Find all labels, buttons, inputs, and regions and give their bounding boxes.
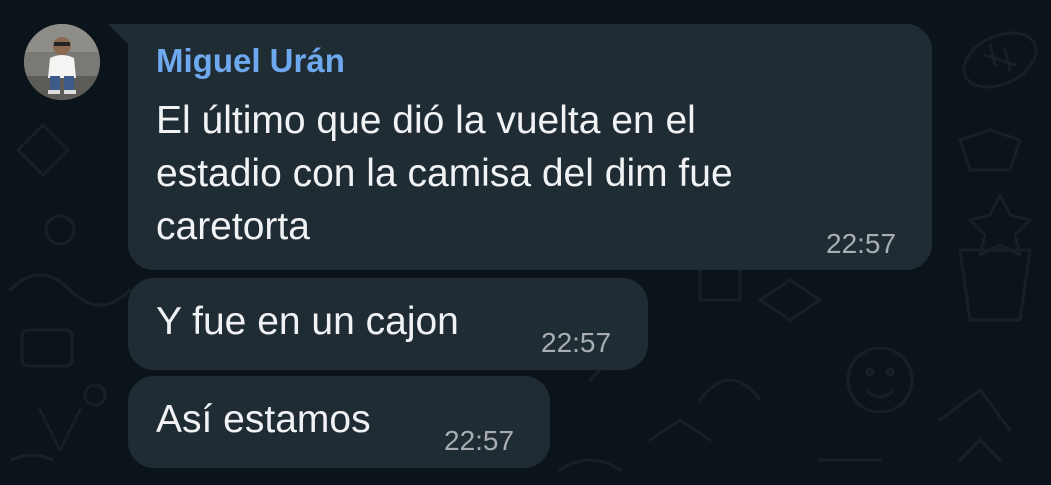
bubble-tail [108,24,130,46]
message-bubble[interactable]: Así estamos 22:57 [128,376,550,468]
message-bubble[interactable]: Miguel Urán El último que dió la vuelta … [128,24,932,270]
message-text: Así estamos [156,398,371,441]
message-bubble[interactable]: Y fue en un cajon 22:57 [128,278,648,370]
message-text: Y fue en un cajon [156,300,459,343]
sender-name[interactable]: Miguel Urán [156,42,345,80]
avatar-icon [24,24,100,100]
message-timestamp: 22:57 [541,327,612,358]
message-timestamp: 22:57 [826,228,897,259]
message-text: El último que dió la vuelta en el estadi… [156,99,733,248]
contact-avatar[interactable] [24,24,100,100]
message-timestamp: 22:57 [444,425,515,456]
